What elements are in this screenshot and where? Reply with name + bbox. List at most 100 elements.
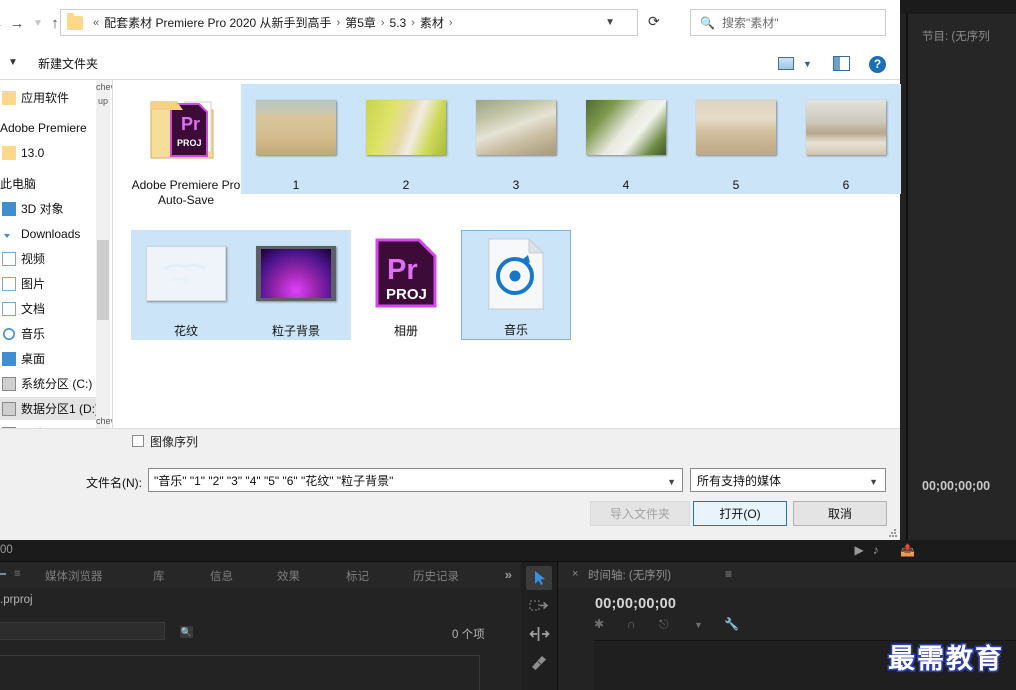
add-marker-icon[interactable]: ▼ <box>694 620 703 630</box>
file-name-label: 6 <box>842 178 850 192</box>
chevron-down-icon[interactable]: ▼ <box>869 477 878 487</box>
search-icon[interactable]: 🔍 <box>180 626 193 638</box>
chevron-down-icon[interactable]: ▼ <box>803 59 812 69</box>
file-list-view[interactable]: Pr PROJ Adobe Premiere Pro Auto-Save 1 2 <box>112 80 901 428</box>
project-search-input[interactable] <box>0 622 165 640</box>
tab-effects[interactable]: 效果 <box>277 568 300 584</box>
list-item[interactable]: 3 <box>461 84 571 194</box>
track-select-forward-icon[interactable] <box>526 594 552 618</box>
list-item[interactable]: Pr PROJ 相册 <box>351 230 461 340</box>
breadcrumb-item-1[interactable]: 第5章 <box>345 14 376 31</box>
breadcrumb-item-0[interactable]: 配套素材 Premiere Pro 2020 从新手到高手 <box>104 14 331 31</box>
file-name-label: 音乐 <box>503 323 528 337</box>
sidebar-item-adobe-premiere[interactable]: Adobe Premiere <box>0 116 110 139</box>
file-name-label: 4 <box>622 178 630 192</box>
sidebar-item-videos[interactable]: 视频 <box>0 247 110 270</box>
list-item[interactable]: 音乐 <box>461 230 571 340</box>
app-root: 节目: (无序列 00;00;00;00 00 ▶♪ 📤 ≡ 媒体浏览器 库 信… <box>0 0 1016 690</box>
file-name-label: 1 <box>292 178 300 192</box>
sidebar-item-pictures[interactable]: 图片 <box>0 272 110 295</box>
chevron-down-icon[interactable]: chevron-down <box>96 414 131 440</box>
ripple-edit-icon[interactable] <box>526 622 552 646</box>
sidebar-item-13-0[interactable]: 13.0 <box>0 141 110 164</box>
svg-text:PROJ: PROJ <box>386 286 427 303</box>
help-button[interactable]: ? <box>869 56 886 73</box>
image-sequence-label: 图像序列 <box>150 435 199 449</box>
scrollbar-thumb[interactable] <box>97 240 109 320</box>
image-sequence-checkbox[interactable] <box>132 435 144 447</box>
tab-markers[interactable]: 标记 <box>346 568 369 584</box>
forward-button[interactable]: → <box>6 13 28 35</box>
sidebar-scrollbar[interactable]: chevron-up chevron-down <box>96 80 131 440</box>
tab-media-browser[interactable]: 媒体浏览器 <box>45 568 103 584</box>
snap-icon[interactable]: ∩ <box>627 617 636 631</box>
panel-menu-icon[interactable]: ≡ <box>14 568 21 580</box>
refresh-icon[interactable]: ⟳ <box>648 13 660 30</box>
tab-history[interactable]: 历史记录 <box>413 568 459 584</box>
sidebar-item-documents[interactable]: 文档 <box>0 297 110 320</box>
import-folder-button[interactable]: 导入文件夹 <box>590 501 690 526</box>
sidebar-item-3d-objects[interactable]: 3D 对象 <box>0 197 110 220</box>
list-item[interactable]: 4 <box>571 84 681 194</box>
file-thumbnail <box>241 88 351 166</box>
file-thumbnail <box>791 88 901 166</box>
program-monitor-title: 节目: (无序列 <box>922 31 990 43</box>
breadcrumb-item-3[interactable]: 素材 <box>420 14 444 31</box>
tab-info[interactable]: 信息 <box>210 568 233 584</box>
sidebar-item-data-drive-d[interactable]: 数据分区1 (D:) <box>0 397 110 420</box>
razor-tool-icon[interactable] <box>526 650 552 674</box>
timeline-menu-icon[interactable]: ≡ <box>725 567 732 581</box>
tabs-overflow-icon[interactable]: » <box>505 567 512 582</box>
list-item[interactable]: 6 <box>791 84 901 194</box>
sidebar-item-apps[interactable]: 应用软件 <box>0 86 110 109</box>
resize-grip[interactable] <box>889 529 897 537</box>
linked-selection-icon[interactable]: ⎋ <box>659 617 669 632</box>
view-options-icon[interactable] <box>778 57 794 70</box>
dialog-options-row: 图像序列 文件名(N): "音乐" "1" "2" "3" "4" "5" "6… <box>0 428 900 540</box>
image-preview <box>806 99 886 155</box>
selection-tool-icon[interactable] <box>526 566 552 590</box>
project-bin-area[interactable] <box>0 655 480 690</box>
monitor-action-icons[interactable]: ▶♪ 📤 <box>854 543 924 557</box>
search-placeholder: 搜索"素材" <box>721 16 779 30</box>
new-folder-button[interactable]: 新建文件夹 <box>38 55 98 72</box>
image-preview <box>256 99 336 155</box>
organize-dropdown-icon[interactable]: ▼ <box>8 57 18 68</box>
filename-input[interactable]: "音乐" "1" "2" "3" "4" "5" "6" "花纹" "粒子背景"… <box>148 468 683 492</box>
list-item[interactable]: 5 <box>681 84 791 194</box>
tab-libraries[interactable]: 库 <box>153 568 165 584</box>
search-box[interactable]: 🔍 搜索"素材" <box>690 9 886 36</box>
list-item[interactable]: 粒子背景 <box>241 230 351 340</box>
preview-pane-icon[interactable] <box>833 56 850 71</box>
marker-icon[interactable]: ✱ <box>594 617 604 631</box>
breadcrumb[interactable]: « 配套素材 Premiere Pro 2020 从新手到高手 › 第5章 › … <box>60 9 638 36</box>
filetype-select[interactable]: 所有支持的媒体 ▼ <box>690 468 886 492</box>
sidebar-item-downloads[interactable]: Downloads <box>0 222 110 245</box>
open-button[interactable]: 打开(O) <box>693 501 787 526</box>
breadcrumb-overflow[interactable]: « <box>93 17 99 29</box>
image-preview <box>366 99 446 155</box>
sidebar-item-desktop[interactable]: 桌面 <box>0 347 110 370</box>
sidebar-item-music[interactable]: 音乐 <box>0 322 110 345</box>
list-item[interactable]: 2 <box>351 84 461 194</box>
sidebar-item-label: 系统分区 (C:) <box>21 377 93 391</box>
sidebar-item-system-drive-c[interactable]: 系统分区 (C:) <box>0 372 110 395</box>
chevron-up-icon[interactable]: chevron-up <box>96 80 131 106</box>
sidebar-item-label: 13.0 <box>21 145 45 160</box>
list-item[interactable]: 1 <box>241 84 351 194</box>
cancel-button[interactable]: 取消 <box>793 501 887 526</box>
file-thumbnail: Pr PROJ <box>351 234 461 312</box>
desktop-icon <box>2 351 16 366</box>
list-item[interactable]: Pr PROJ Adobe Premiere Pro Auto-Save <box>131 84 241 212</box>
tools-panel <box>521 562 557 690</box>
timeline-timecode[interactable]: 00;00;00;00 <box>595 596 676 612</box>
settings-wrench-icon[interactable]: 🔧 <box>724 617 739 631</box>
list-item[interactable]: 花纹 <box>131 230 241 340</box>
breadcrumb-item-2[interactable]: 5.3 <box>390 16 407 30</box>
chevron-down-icon[interactable]: ▼ <box>667 477 676 487</box>
close-icon[interactable]: × <box>572 568 578 580</box>
chevron-down-icon[interactable]: ▼ <box>605 17 615 28</box>
sidebar-item-this-pc[interactable]: 此电脑 <box>0 172 110 195</box>
search-icon: 🔍 <box>700 15 715 30</box>
navigation-sidebar[interactable]: 应用软件 Adobe Premiere 13.0 此电脑 3D 对象 Downl… <box>0 80 110 428</box>
